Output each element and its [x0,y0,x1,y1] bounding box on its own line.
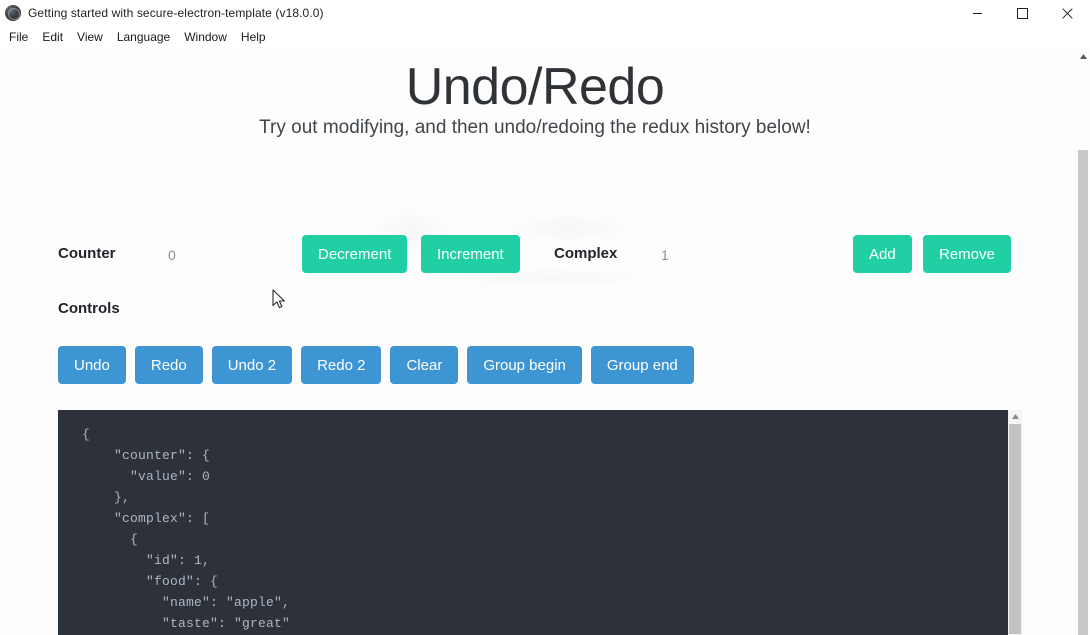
close-icon[interactable] [1045,0,1090,26]
menu-item-file[interactable]: File [2,27,35,47]
undo-2-button[interactable]: Undo 2 [211,346,293,384]
add-button[interactable]: Add [853,235,912,273]
undo-button[interactable]: Undo [58,346,126,384]
page-scrollbar-thumb[interactable] [1078,150,1088,635]
value-row: Counter 0 Decrement Increment Complex 1 … [0,230,1070,286]
page-title: Undo/Redo [405,58,665,116]
window-controls [955,0,1090,26]
electron-app-icon [5,5,21,21]
remove-button[interactable]: Remove [923,235,1011,273]
complex-value: 1 [661,247,669,263]
page-subtitle: Try out modifying, and then undo/redoing… [259,117,811,138]
menu-item-help[interactable]: Help [234,27,273,47]
maximize-icon[interactable] [1000,0,1045,26]
controls-row: Undo Redo Undo 2 Redo 2 Clear Group begi… [58,346,694,384]
window-title: Getting started with secure-electron-tem… [28,6,324,20]
page-scrollbar[interactable] [1076,48,1090,635]
title-bar: Getting started with secure-electron-tem… [0,0,1090,26]
redo-button[interactable]: Redo [134,346,203,384]
minimize-icon[interactable] [955,0,1000,26]
controls-heading: Controls [58,300,120,317]
decrement-button[interactable]: Decrement [302,235,408,273]
scroll-up-icon[interactable] [1008,410,1022,423]
counter-label: Counter [58,245,116,262]
group-begin-button[interactable]: Group begin [467,346,582,384]
menu-item-view[interactable]: View [70,27,110,47]
complex-label: Complex [554,245,618,262]
counter-value: 0 [168,247,176,263]
menu-item-window[interactable]: Window [177,27,234,47]
menu-item-edit[interactable]: Edit [35,27,70,47]
page-content: Undo/Redo Try out modifying, and then un… [0,48,1090,635]
code-scrollbar-thumb[interactable] [1009,424,1021,634]
redux-state-json: { "counter": { "value": 0 }, "complex": … [82,427,291,631]
increment-button[interactable]: Increment [421,235,520,273]
redux-state-code-block: { "counter": { "value": 0 }, "complex": … [58,410,1008,635]
menu-bar: File Edit View Language Window Help [0,26,1090,48]
group-end-button[interactable]: Group end [590,346,694,384]
menu-item-language[interactable]: Language [110,27,177,47]
scroll-up-icon[interactable] [1076,50,1090,63]
redo-2-button[interactable]: Redo 2 [301,346,382,384]
code-block-scrollbar[interactable] [1008,410,1022,635]
clear-button[interactable]: Clear [390,346,459,384]
